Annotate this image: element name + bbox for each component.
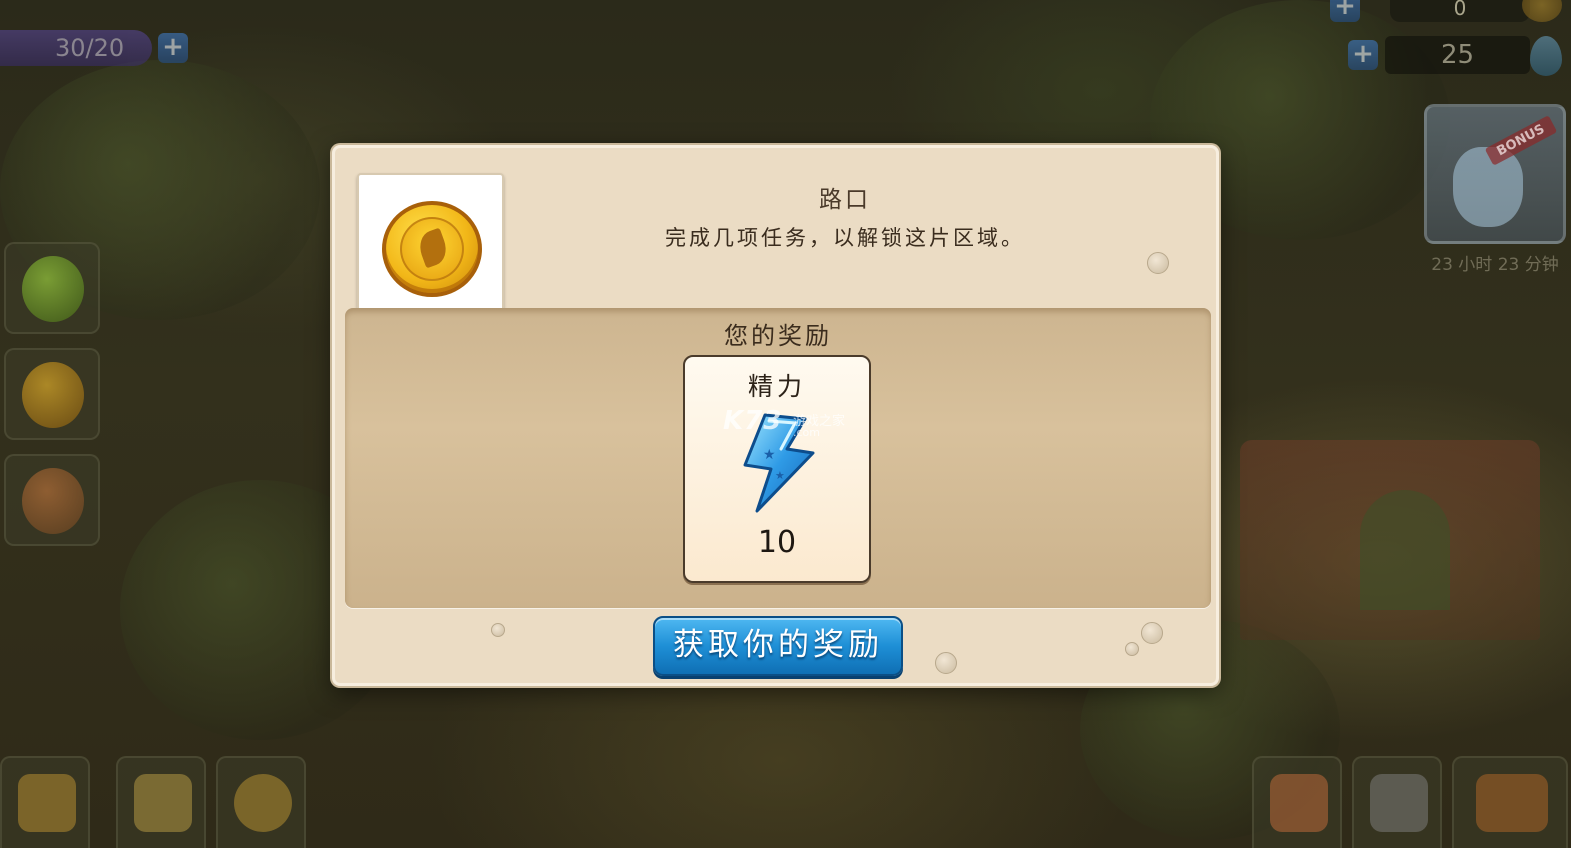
dialog-title: 路口 [819, 187, 871, 213]
unlock-area-dialog: 路口 完成几项任务，以解锁这片区域。 您的奖励 精力 ★ ★ 10 K73 游戏… [332, 145, 1219, 686]
bottom-item-friends[interactable] [1252, 756, 1342, 848]
decorative-pebble [491, 623, 505, 637]
coin-icon [22, 362, 84, 428]
fox-icon [22, 468, 84, 534]
reward-card-energy: 精力 ★ ★ 10 [683, 355, 871, 583]
energy-counter: 30/20 [0, 30, 152, 66]
reward-label: 精力 [747, 372, 806, 401]
watermark-domain: .com [793, 426, 820, 439]
move-arrows-icon [134, 774, 192, 832]
decorative-pebble [1125, 642, 1139, 656]
add-energy-button[interactable]: + [158, 33, 188, 63]
background-house [1240, 440, 1540, 640]
svg-text:★: ★ [763, 447, 776, 463]
treasure-chest-icon [1476, 774, 1548, 832]
gold-medal-icon [382, 201, 482, 297]
market-stall-icon [18, 774, 76, 832]
bottom-item-horse[interactable] [1352, 756, 1442, 848]
add-top-resource-button[interactable]: + [1330, 0, 1360, 22]
reward-panel: 您的奖励 精力 ★ ★ 10 [345, 308, 1211, 608]
bottom-item-market[interactable] [0, 756, 90, 848]
bottom-item-move[interactable] [116, 756, 206, 848]
decorative-pebble [1147, 252, 1169, 274]
reward-section-title: 您的奖励 [724, 322, 832, 350]
leaf-emblem-icon [414, 227, 452, 269]
bonus-offer-card[interactable]: BONUS [1424, 104, 1566, 244]
decorative-pebble [935, 652, 957, 674]
bottom-item-chest[interactable] [1452, 756, 1568, 848]
add-coins-button[interactable]: + [1348, 40, 1378, 70]
dialog-description: 完成几项任务，以解锁这片区域。 [665, 226, 1025, 250]
rabbit-icon [1453, 147, 1523, 227]
bonus-timer: 23 小时 23 分钟 [1431, 255, 1559, 275]
decorative-pebble [1141, 622, 1163, 644]
apple-icon [22, 256, 84, 322]
watermark-logo: K73 [723, 406, 783, 436]
bonus-ribbon: BONUS [1484, 115, 1558, 166]
claim-reward-button[interactable]: 获取你的奖励 [653, 616, 903, 676]
side-item-fox[interactable] [4, 454, 100, 546]
side-item-apple[interactable] [4, 242, 100, 334]
svg-text:★: ★ [775, 469, 785, 482]
dialog-icon-frame [357, 173, 504, 321]
friends-icon [1270, 774, 1328, 832]
reward-amount: 10 [757, 525, 797, 560]
bottom-item-settings[interactable] [216, 756, 306, 848]
top-resource-counter: 0 [1390, 0, 1530, 22]
coins-counter: 25 [1385, 36, 1530, 74]
water-drop-icon [1530, 36, 1562, 76]
medal-face [400, 217, 464, 281]
horse-icon [1370, 774, 1428, 832]
side-item-coin[interactable] [4, 348, 100, 440]
settings-gear-icon [234, 774, 292, 832]
